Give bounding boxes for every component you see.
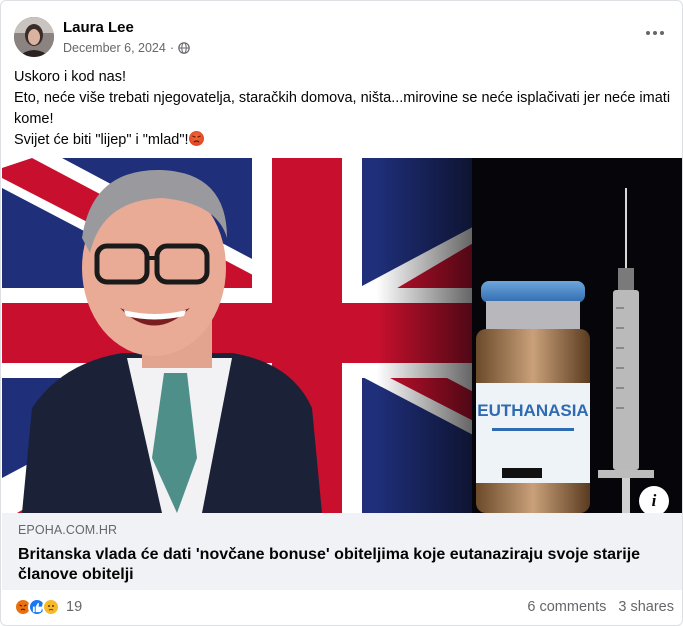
info-button[interactable]: i — [639, 486, 669, 513]
post-image-illustration: EUTHANASIA — [2, 158, 682, 513]
globe-icon — [178, 42, 190, 54]
link-preview[interactable]: EPOHA.COM.HR Britanska vlada će dati 'no… — [2, 513, 682, 590]
sad-react-icon — [42, 598, 60, 616]
vial-label: EUTHANASIA — [477, 401, 588, 420]
meta-separator: · — [169, 41, 175, 55]
post-image[interactable]: EUTHANASIA i — [2, 158, 682, 513]
avatar[interactable] — [14, 17, 54, 57]
post-footer: 19 6 comments 3 shares — [14, 595, 674, 619]
post-text: Uskoro i kod nas! Eto, neće više trebati… — [14, 67, 674, 151]
post-text-line: Eto, neće više trebati njegovatelja, sta… — [14, 90, 671, 127]
reaction-count: 19 — [66, 599, 83, 615]
link-title[interactable]: Britanska vlada će dati 'novčane bonuse'… — [18, 545, 658, 585]
link-domain: EPOHA.COM.HR — [18, 523, 118, 537]
more-options-icon[interactable] — [644, 25, 666, 41]
post-date[interactable]: December 6, 2024 — [63, 41, 166, 55]
comments-count[interactable]: 6 comments — [527, 599, 606, 615]
post-text-line: Uskoro i kod nas! — [14, 69, 127, 85]
author-name[interactable]: Laura Lee — [63, 19, 134, 36]
post-meta: December 6, 2024 · — [63, 41, 190, 55]
post-text-line: Svijet će biti "lijep" i "mlad"! — [14, 130, 674, 151]
engagement-stats: 6 comments 3 shares — [527, 599, 674, 615]
reactions-summary[interactable]: 19 — [14, 598, 82, 616]
shares-count[interactable]: 3 shares — [618, 599, 674, 615]
post-header: Laura Lee December 6, 2024 · — [14, 17, 674, 61]
post-card: Laura Lee December 6, 2024 · Uskoro i ko… — [0, 0, 683, 626]
angry-emoji-icon — [188, 131, 204, 146]
